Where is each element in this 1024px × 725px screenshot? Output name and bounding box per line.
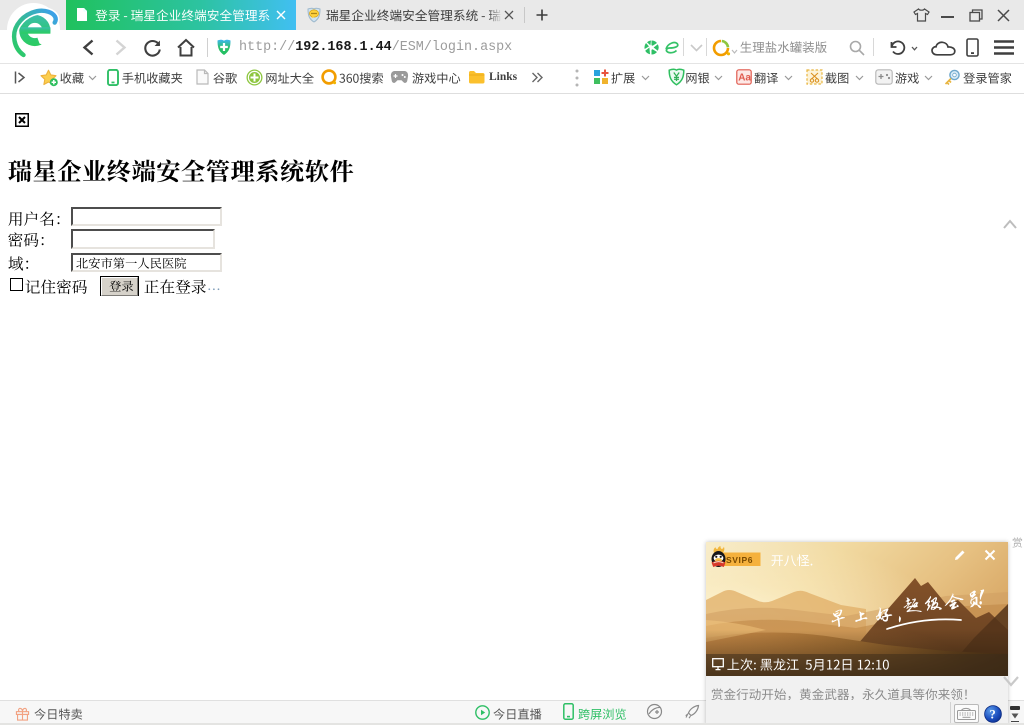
svg-text:?: ?: [990, 708, 996, 722]
svg-text:SVIP6: SVIP6: [726, 555, 753, 565]
svg-text:Aa: Aa: [738, 73, 751, 84]
